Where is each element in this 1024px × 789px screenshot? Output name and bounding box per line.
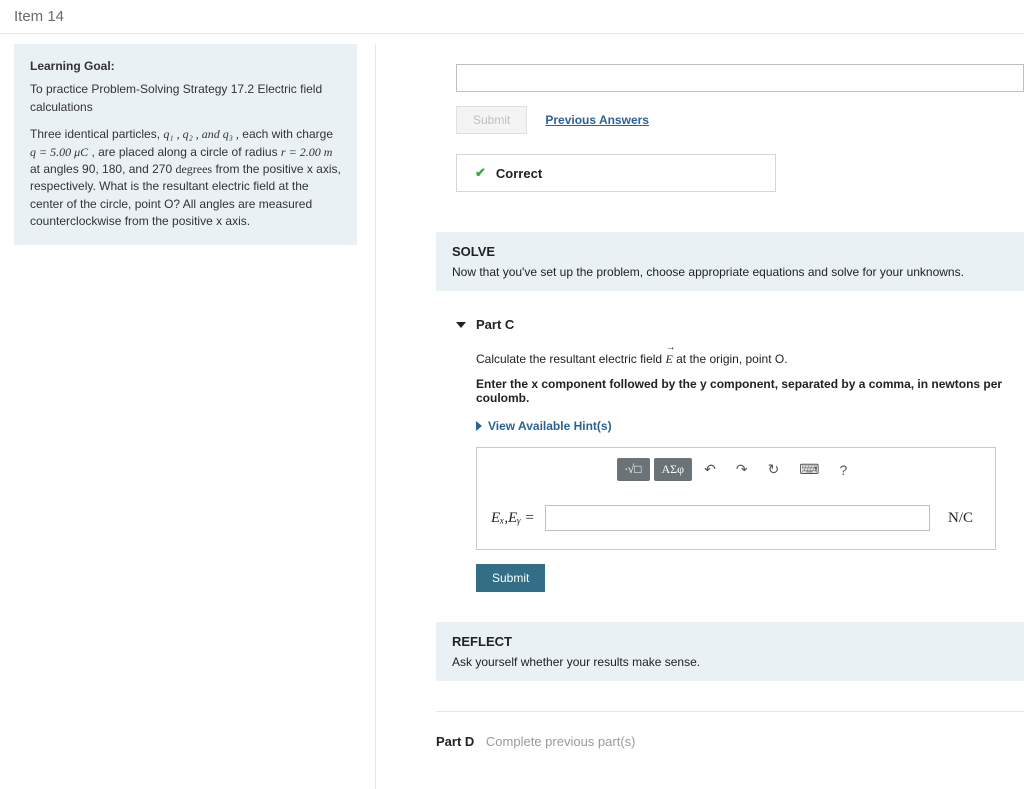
problem-mid2: , are placed along a circle of radius bbox=[91, 145, 280, 159]
problem-pre: Three identical particles, bbox=[30, 127, 163, 141]
part-d-status: Complete previous part(s) bbox=[486, 734, 636, 749]
previous-answers-link[interactable]: Previous Answers bbox=[545, 113, 649, 127]
part-c-body: Calculate the resultant electric field E… bbox=[476, 348, 1024, 550]
reflect-section: REFLECT Ask yourself whether your result… bbox=[436, 622, 1024, 681]
answer-box: ∙√□ ΑΣφ ↶ ↷ ↻ ⌨ ? Eₓ,Eᵧ = N/C bbox=[476, 447, 996, 550]
instruction-text: Enter the x component followed by the y … bbox=[476, 377, 1002, 405]
goal-practice-text: To practice Problem-Solving Strategy 17.… bbox=[30, 81, 341, 116]
caret-down-icon bbox=[456, 322, 466, 328]
previous-answer-input[interactable] bbox=[456, 64, 1024, 92]
solve-desc: Now that you've set up the problem, choo… bbox=[452, 265, 1008, 279]
keyboard-icon[interactable]: ⌨ bbox=[791, 459, 827, 480]
submit-button-disabled: Submit bbox=[456, 106, 527, 134]
solve-title: SOLVE bbox=[452, 244, 1008, 259]
left-column: Learning Goal: To practice Problem-Solvi… bbox=[0, 44, 376, 789]
r-value: r = 2.00 m bbox=[281, 145, 332, 159]
goal-heading: Learning Goal: bbox=[30, 58, 115, 75]
part-d-title: Part D bbox=[436, 734, 474, 749]
part-c-header[interactable]: Part C bbox=[456, 317, 1024, 332]
page-title: Item 14 bbox=[0, 0, 1024, 34]
reflect-desc: Ask yourself whether your results make s… bbox=[452, 655, 1008, 669]
part-c-title: Part C bbox=[476, 317, 514, 332]
problem-mid3: at angles 90, 180, and 270 bbox=[30, 162, 175, 176]
part-d-row: Part D Complete previous part(s) bbox=[436, 734, 1024, 749]
part-c-instruction: Enter the x component followed by the y … bbox=[476, 377, 1024, 405]
view-hints-link[interactable]: View Available Hint(s) bbox=[476, 419, 1024, 433]
goal-problem-text: Three identical particles, q₁ , q₂ , and… bbox=[30, 126, 341, 230]
previous-button-row: Submit Previous Answers bbox=[456, 106, 1024, 134]
e-vector-symbol: E bbox=[665, 348, 672, 367]
part-c-prompt: Calculate the resultant electric field E… bbox=[476, 348, 1024, 367]
prompt-pre: Calculate the resultant electric field bbox=[476, 352, 665, 366]
q-value: q = 5.00 μC bbox=[30, 145, 88, 159]
help-icon[interactable]: ? bbox=[832, 460, 856, 480]
equation-toolbar: ∙√□ ΑΣφ ↶ ↷ ↻ ⌨ ? bbox=[477, 448, 995, 491]
submit-button[interactable]: Submit bbox=[476, 564, 545, 592]
answer-row: Eₓ,Eᵧ = N/C bbox=[477, 491, 995, 549]
degrees-word: degrees bbox=[175, 162, 212, 176]
separator bbox=[436, 711, 1024, 712]
math-template-button[interactable]: ∙√□ bbox=[617, 458, 650, 481]
main-container: Learning Goal: To practice Problem-Solvi… bbox=[0, 44, 1024, 789]
reflect-title: REFLECT bbox=[452, 634, 1008, 649]
solve-section: SOLVE Now that you've set up the problem… bbox=[436, 232, 1024, 291]
answer-unit-label: N/C bbox=[940, 510, 981, 527]
undo-icon[interactable]: ↶ bbox=[696, 459, 724, 480]
hints-label: View Available Hint(s) bbox=[488, 419, 612, 433]
right-column: Submit Previous Answers ✔ Correct SOLVE … bbox=[376, 44, 1024, 789]
prompt-post: at the origin, point O. bbox=[676, 352, 787, 366]
learning-goal-box: Learning Goal: To practice Problem-Solvi… bbox=[14, 44, 357, 245]
check-icon: ✔ bbox=[475, 165, 486, 181]
correct-label: Correct bbox=[496, 166, 542, 181]
answer-variable-label: Eₓ,Eᵧ = bbox=[491, 510, 535, 527]
problem-mid1: each with charge bbox=[242, 127, 333, 141]
redo-icon[interactable]: ↷ bbox=[728, 459, 756, 480]
correct-feedback-box: ✔ Correct bbox=[456, 154, 776, 192]
caret-right-icon bbox=[476, 421, 482, 431]
reset-icon[interactable]: ↻ bbox=[760, 459, 788, 480]
answer-input[interactable] bbox=[545, 505, 930, 531]
greek-letters-button[interactable]: ΑΣφ bbox=[654, 458, 693, 481]
q-list: q₁ , q₂ , and q₃ , bbox=[163, 127, 239, 141]
